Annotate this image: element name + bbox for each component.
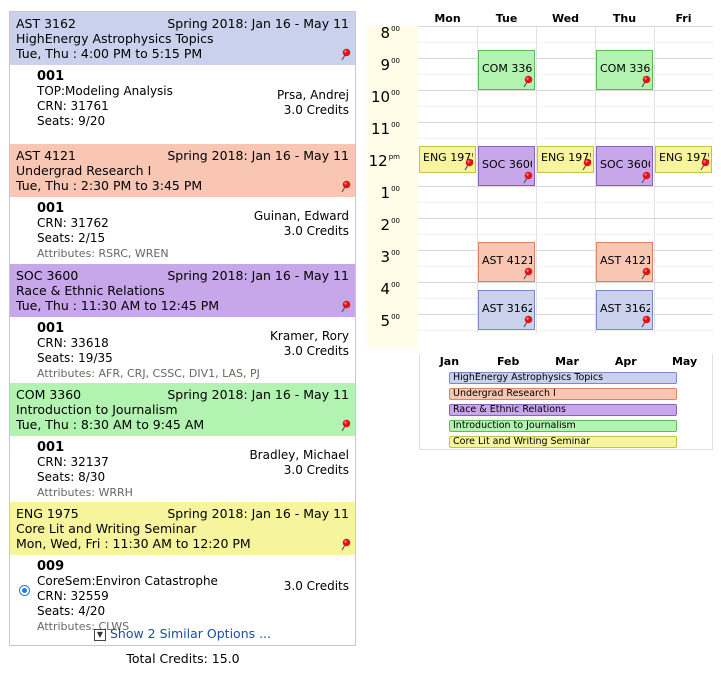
timeline-bar[interactable]: Undergrad Research I — [449, 388, 677, 400]
pushpin-icon[interactable] — [339, 418, 351, 432]
timeline-bar[interactable]: Race & Ethnic Relations — [449, 404, 677, 416]
section-row[interactable]: 001 CRN: 31762 Seats: 2/15 Attributes: R… — [10, 197, 355, 264]
course-term: Spring 2018: Jan 16 - May 11 — [167, 506, 349, 521]
section-row[interactable]: 001 TOP:Modeling Analysis CRN: 31761 Sea… — [10, 65, 355, 144]
hour-label: 400 — [380, 280, 400, 298]
calendar-event[interactable]: SOC 3600 — [596, 146, 653, 186]
hour-label: 1000 — [370, 88, 400, 106]
calendar-event[interactable]: AST 3162 — [478, 290, 535, 330]
course-header[interactable]: COM 3360 Spring 2018: Jan 16 - May 11 Int… — [10, 383, 355, 436]
course-header[interactable]: AST 4121 Spring 2018: Jan 16 - May 11 Und… — [10, 144, 355, 197]
pushpin-icon[interactable] — [339, 299, 351, 313]
instructor-name: Kramer, Rory — [270, 329, 349, 343]
month-header-feb: Feb — [496, 355, 520, 368]
course-code: COM 3360 — [16, 387, 82, 402]
hour-label: 1100 — [370, 120, 400, 138]
hour-label: 12pm — [368, 152, 400, 170]
section-number: 001 — [37, 69, 65, 84]
hour-label: 300 — [380, 248, 400, 266]
similar-link-label: Show 2 Similar Options ... — [109, 626, 272, 641]
timeline-bar[interactable]: Core Lit and Writing Seminar — [449, 436, 677, 448]
day-header-tue: Tue — [495, 12, 518, 25]
course-time: Tue, Thu : 8:30 AM to 9:45 AM — [16, 417, 205, 432]
day-header-thu: Thu — [612, 12, 637, 25]
hour-label: 800 — [380, 24, 400, 42]
total-credits: Total Credits: 15.0 — [126, 651, 240, 666]
pushpin-icon[interactable] — [339, 179, 351, 193]
section-attributes: Attributes: WRRH — [37, 486, 133, 499]
course-code: AST 4121 — [16, 148, 76, 163]
calendar-event[interactable]: AST 3162 — [596, 290, 653, 330]
hour-label: 200 — [380, 216, 400, 234]
course-card: COM 3360 Spring 2018: Jan 16 - May 11 Int… — [10, 383, 355, 502]
course-code: SOC 3600 — [16, 268, 79, 283]
calendar-event[interactable]: COM 3360 — [596, 50, 653, 90]
course-time: Tue, Thu : 4:00 PM to 5:15 PM — [16, 46, 203, 61]
course-header[interactable]: ENG 1975 Spring 2018: Jan 16 - May 11 Cor… — [10, 502, 355, 555]
course-code: AST 3162 — [16, 16, 76, 31]
month-header-mar: Mar — [555, 355, 579, 368]
section-seats: Seats: 4/20 — [37, 604, 106, 618]
term-timeline: Jan Feb Mar Apr May HighEnergy Astrophysics … — [419, 354, 713, 450]
course-title: Core Lit and Writing Seminar — [16, 521, 197, 536]
credits: 3.0 Credits — [283, 103, 349, 117]
instructor-name: Prsa, Andrej — [276, 88, 349, 102]
show-similar-options-link[interactable]: ▼ Show 2 Similar Options ... — [10, 626, 355, 641]
section-row[interactable]: 001 CRN: 32137 Seats: 8/30 Attributes: W… — [10, 436, 355, 502]
calendar-event[interactable]: ENG 1975 — [419, 146, 476, 173]
hour-label: 900 — [380, 56, 400, 74]
credits: 3.0 Credits — [283, 579, 349, 593]
course-header[interactable]: SOC 3600 Spring 2018: Jan 16 - May 11 Rac… — [10, 264, 355, 317]
calendar-grid: COM 3360COM 3360ENG 1975SOC 3600ENG 1975… — [418, 26, 713, 333]
calendar-event[interactable]: COM 3360 — [478, 50, 535, 90]
credits: 3.0 Credits — [283, 463, 349, 477]
month-header-apr: Apr — [614, 355, 637, 368]
month-header-may: May — [671, 355, 698, 368]
course-card: AST 3162 Spring 2018: Jan 16 - May 11 Hig… — [10, 12, 355, 144]
instructor-name: Guinan, Edward — [253, 209, 349, 223]
course-time: Mon, Wed, Fri : 11:30 AM to 12:20 PM — [16, 536, 251, 551]
course-code: ENG 1975 — [16, 506, 79, 521]
section-radio-button[interactable] — [19, 585, 30, 596]
credits: 3.0 Credits — [283, 344, 349, 358]
day-header-wed: Wed — [551, 12, 580, 25]
calendar-event[interactable]: ENG 1975 — [655, 146, 712, 173]
timeline-bar[interactable]: Introduction to Journalism — [449, 420, 677, 432]
course-term: Spring 2018: Jan 16 - May 11 — [167, 148, 349, 163]
course-header[interactable]: AST 3162 Spring 2018: Jan 16 - May 11 Hig… — [10, 12, 355, 65]
hour-label: 500 — [380, 312, 400, 330]
calendar-event[interactable]: SOC 3600 — [478, 146, 535, 186]
day-header-fri: Fri — [675, 12, 692, 25]
weekly-calendar: Mon Tue Wed Thu Fri 800 900 1000 1100 12pm 100 200… — [367, 11, 713, 348]
course-title: Introduction to Journalism — [16, 402, 178, 417]
month-header-jan: Jan — [439, 355, 460, 368]
pushpin-icon[interactable] — [339, 47, 351, 61]
course-list-panel: AST 3162 Spring 2018: Jan 16 - May 11 Hig… — [9, 11, 356, 646]
calendar-event[interactable]: ENG 1975 — [537, 146, 594, 173]
course-time: Tue, Thu : 2:30 PM to 3:45 PM — [16, 178, 203, 193]
hour-label: 100 — [380, 184, 400, 202]
course-title: Undergrad Research I — [16, 163, 152, 178]
course-term: Spring 2018: Jan 16 - May 11 — [167, 387, 349, 402]
instructor-name: Bradley, Michael — [249, 448, 349, 462]
course-title: HighEnergy Astrophysics Topics — [16, 31, 214, 46]
section-attributes: Attributes: RSRC, WREN — [37, 247, 169, 260]
course-term: Spring 2018: Jan 16 - May 11 — [167, 268, 349, 283]
calendar-event[interactable]: AST 4121 — [596, 242, 653, 282]
course-title: Race & Ethnic Relations — [16, 283, 165, 298]
course-time: Tue, Thu : 11:30 AM to 12:45 PM — [16, 298, 220, 313]
day-header-mon: Mon — [434, 12, 461, 25]
calendar-event[interactable]: AST 4121 — [478, 242, 535, 282]
credits: 3.0 Credits — [283, 224, 349, 238]
section-row[interactable]: 001 CRN: 33618 Seats: 19/35 Attributes: … — [10, 317, 355, 383]
course-term: Spring 2018: Jan 16 - May 11 — [167, 16, 349, 31]
timeline-bar[interactable]: HighEnergy Astrophysics Topics — [449, 372, 677, 384]
section-attributes: Attributes: AFR, CRJ, CSSC, DIV1, LAS, P… — [37, 367, 260, 380]
section-number: 009 — [37, 559, 65, 574]
expand-icon: ▼ — [93, 628, 106, 641]
course-card: SOC 3600 Spring 2018: Jan 16 - May 11 Rac… — [10, 264, 355, 383]
pushpin-icon[interactable] — [339, 537, 351, 551]
course-card: AST 4121 Spring 2018: Jan 16 - May 11 Und… — [10, 144, 355, 264]
